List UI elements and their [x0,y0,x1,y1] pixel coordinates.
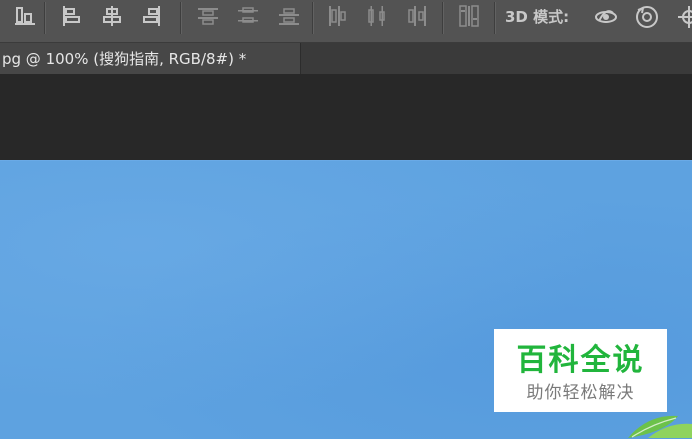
align-bottom-edges-icon [15,7,35,25]
align-horizontal-centers-icon [103,6,121,26]
auto-align-layers-button[interactable] [453,0,483,34]
align-left-edges-button[interactable] [56,0,86,34]
distribute-top-edges-icon [198,8,218,25]
distribute-vertical-centers-button[interactable] [232,0,262,34]
distribute-top-edges-button[interactable] [192,0,222,34]
orbit-3d-icon [595,10,617,23]
watermark-badge: 百科全说 助你轻松解决 [494,329,667,412]
orbit-3d-button[interactable] [589,0,619,34]
align-left-edges-icon [63,6,80,26]
watermark-subtitle: 助你轻松解决 [526,383,635,403]
pan-3d-button[interactable] [672,0,692,34]
pan-3d-icon [678,6,692,28]
distribute-right-edges-button[interactable] [401,0,431,34]
leaf-decoration-icon [628,415,692,438]
auto-align-layers-icon [459,5,479,27]
distribute-bottom-edges-icon [279,8,299,25]
align-bottom-edges-button[interactable] [10,0,40,34]
align-right-edges-icon [143,6,160,26]
distribute-horizontal-centers-icon [368,6,385,26]
document-tab-bar: pg @ 100% (搜狗指南, RGB/8#) * [0,43,692,74]
distribute-right-edges-icon [408,6,426,26]
options-bar: 3D 模式: [0,0,692,43]
roll-3d-button[interactable] [630,0,660,34]
watermark-title: 百科全说 [516,343,645,378]
align-horizontal-centers-button[interactable] [97,0,127,34]
3d-mode-label: 3D 模式: [505,8,570,26]
distribute-bottom-edges-button[interactable] [273,0,303,34]
document-tab-title: pg @ 100% (搜狗指南, RGB/8#) * [2,50,247,68]
pasteboard [0,74,692,160]
distribute-left-edges-button[interactable] [321,0,351,34]
distribute-left-edges-icon [329,6,346,26]
align-right-edges-button[interactable] [137,0,167,34]
distribute-vertical-centers-icon [238,7,258,23]
document-tab[interactable]: pg @ 100% (搜狗指南, RGB/8#) * [0,43,301,74]
roll-3d-icon [636,6,658,28]
distribute-horizontal-centers-button[interactable] [361,0,391,34]
